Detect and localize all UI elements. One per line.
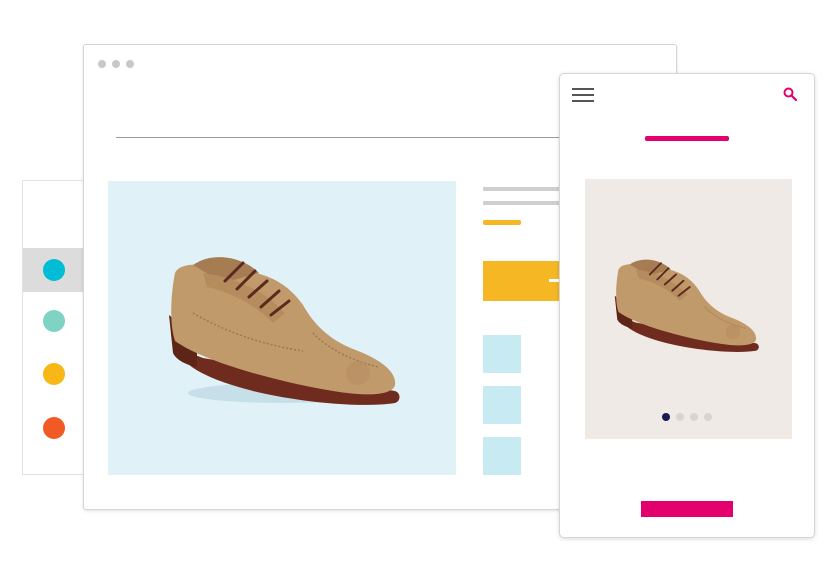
window-dot-icon[interactable] — [98, 60, 106, 68]
mobile-product-image — [585, 179, 792, 439]
color-swatch[interactable] — [43, 310, 65, 332]
color-option-row[interactable] — [23, 406, 87, 450]
carousel-dot[interactable] — [690, 413, 698, 421]
product-hero-image — [108, 181, 456, 475]
color-option-row[interactable] — [23, 248, 87, 292]
product-subtitle-line — [483, 201, 563, 205]
mobile-device-frame — [559, 73, 815, 538]
search-icon[interactable] — [782, 86, 798, 102]
shoe-icon — [614, 259, 759, 352]
color-swatch[interactable] — [43, 363, 65, 385]
product-title-line — [483, 187, 563, 191]
carousel-dots — [585, 413, 792, 423]
window-dot-icon[interactable] — [126, 60, 134, 68]
product-thumbnail[interactable] — [483, 335, 521, 373]
carousel-dot[interactable] — [704, 413, 712, 421]
add-to-cart-button[interactable] — [483, 261, 563, 301]
carousel-dot[interactable] — [676, 413, 684, 421]
window-dot-icon[interactable] — [112, 60, 120, 68]
color-swatch[interactable] — [43, 417, 65, 439]
shoe-icon — [169, 257, 400, 405]
product-thumbnail[interactable] — [483, 386, 521, 424]
mobile-buy-button[interactable] — [641, 501, 733, 517]
responsive-illustration — [0, 0, 840, 569]
product-price-line — [483, 220, 521, 225]
color-picker-panel — [22, 180, 87, 475]
mobile-title-bar — [645, 136, 729, 141]
color-option-row[interactable] — [23, 352, 87, 396]
hamburger-icon[interactable] — [572, 88, 594, 104]
product-thumbnail[interactable] — [483, 437, 521, 475]
color-swatch[interactable] — [43, 259, 65, 281]
color-option-row[interactable] — [23, 299, 87, 343]
carousel-dot[interactable] — [662, 413, 670, 421]
address-bar[interactable] — [116, 137, 576, 138]
